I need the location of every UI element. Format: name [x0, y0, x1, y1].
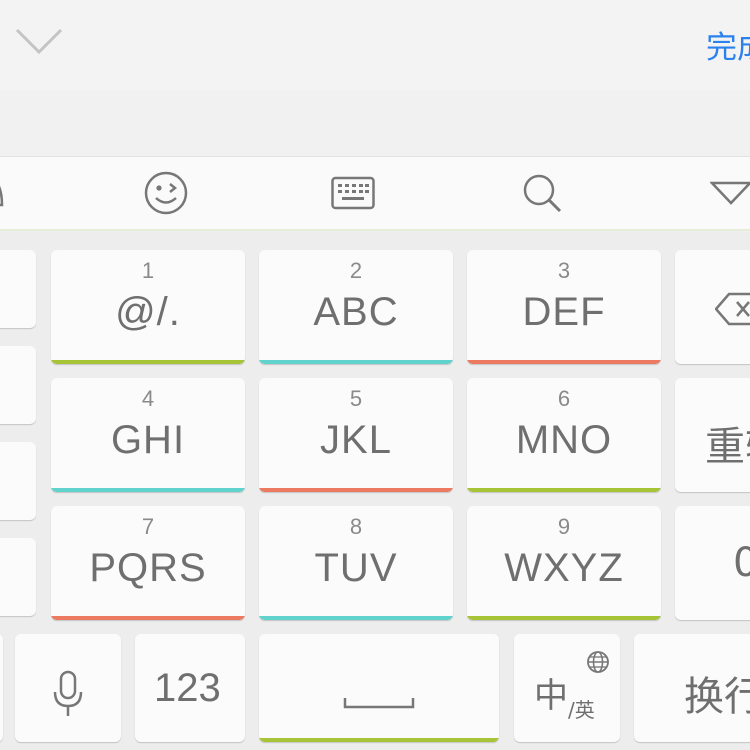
key-accent-bar	[259, 738, 499, 742]
key-letters: @/.	[115, 290, 181, 334]
key-1[interactable]: 1 @/.	[51, 250, 245, 364]
keypad: 1 @/. 2 ABC 3 DEF 4 GHI 5 JKL 6 MNO 重输	[0, 232, 750, 750]
key-6[interactable]: 6 MNO	[467, 378, 661, 492]
zero-label: 0	[733, 540, 750, 586]
key-4[interactable]: 4 GHI	[51, 378, 245, 492]
voice-key[interactable]	[15, 634, 121, 742]
numbers-key[interactable]: 123	[135, 634, 245, 742]
keyboard-toolbar	[0, 157, 750, 231]
enter-key[interactable]: 换行	[634, 634, 750, 742]
space-icon	[343, 698, 415, 709]
chevron-down-icon[interactable]	[14, 22, 64, 58]
key-accent-bar	[51, 360, 245, 364]
symbol-key-2[interactable]	[0, 346, 36, 424]
key-number: 9	[557, 514, 571, 539]
symbol-key-4[interactable]	[0, 538, 36, 616]
composition-area	[0, 90, 750, 157]
key-accent-bar	[467, 616, 661, 620]
key-accent-bar	[467, 488, 661, 492]
space-key[interactable]	[259, 634, 499, 742]
key-number: 4	[141, 386, 155, 411]
key-5[interactable]: 5 JKL	[259, 378, 453, 492]
key-letters: ABC	[313, 290, 399, 334]
numbers-label: 123	[154, 666, 221, 710]
key-accent-bar	[259, 360, 453, 364]
keyboard-icon[interactable]	[331, 171, 375, 215]
symbol-key-3[interactable]	[0, 442, 36, 520]
reset-key[interactable]: 重输	[675, 378, 750, 492]
collapse-icon[interactable]	[710, 171, 750, 215]
key-letters: PQRS	[89, 546, 207, 590]
keyboard-top-bar: 完成	[0, 0, 750, 90]
lang-sub-label: /英	[568, 698, 595, 722]
key-3[interactable]: 3 DEF	[467, 250, 661, 364]
backspace-key[interactable]	[675, 250, 750, 364]
backspace-icon	[715, 292, 750, 326]
key-number: 8	[349, 514, 363, 539]
left-bottom-key[interactable]	[0, 634, 3, 742]
key-number: 5	[349, 386, 363, 411]
key-letters: WXYZ	[504, 546, 624, 590]
key-7[interactable]: 7 PQRS	[51, 506, 245, 620]
key-number: 2	[349, 258, 363, 283]
key-letters: TUV	[314, 546, 398, 590]
key-letters: JKL	[320, 418, 392, 462]
reset-label: 重输	[705, 424, 750, 470]
key-letters: DEF	[522, 290, 606, 334]
key-accent-bar	[51, 488, 245, 492]
key-8[interactable]: 8 TUV	[259, 506, 453, 620]
key-accent-bar	[259, 616, 453, 620]
search-icon[interactable]	[520, 171, 564, 215]
key-accent-bar	[467, 360, 661, 364]
key-9[interactable]: 9 WXYZ	[467, 506, 661, 620]
done-button[interactable]: 完成	[706, 22, 750, 67]
lang-main-label: 中	[534, 676, 568, 716]
bulb-icon[interactable]	[0, 171, 12, 215]
key-number: 6	[557, 386, 571, 411]
globe-icon	[587, 651, 609, 673]
key-number: 1	[141, 258, 155, 283]
key-letters: GHI	[110, 418, 186, 462]
microphone-icon	[53, 670, 83, 716]
emoji-icon[interactable]	[144, 171, 188, 215]
enter-label: 换行	[684, 674, 750, 720]
key-number: 3	[557, 258, 571, 283]
key-accent-bar	[51, 616, 245, 620]
key-2[interactable]: 2 ABC	[259, 250, 453, 364]
key-accent-bar	[259, 488, 453, 492]
key-number: 7	[141, 514, 155, 539]
key-letters: MNO	[515, 418, 613, 462]
symbol-key-1[interactable]	[0, 250, 36, 328]
language-switch-key[interactable]: 中 /英	[514, 634, 620, 742]
zero-key[interactable]: 0	[675, 506, 750, 620]
